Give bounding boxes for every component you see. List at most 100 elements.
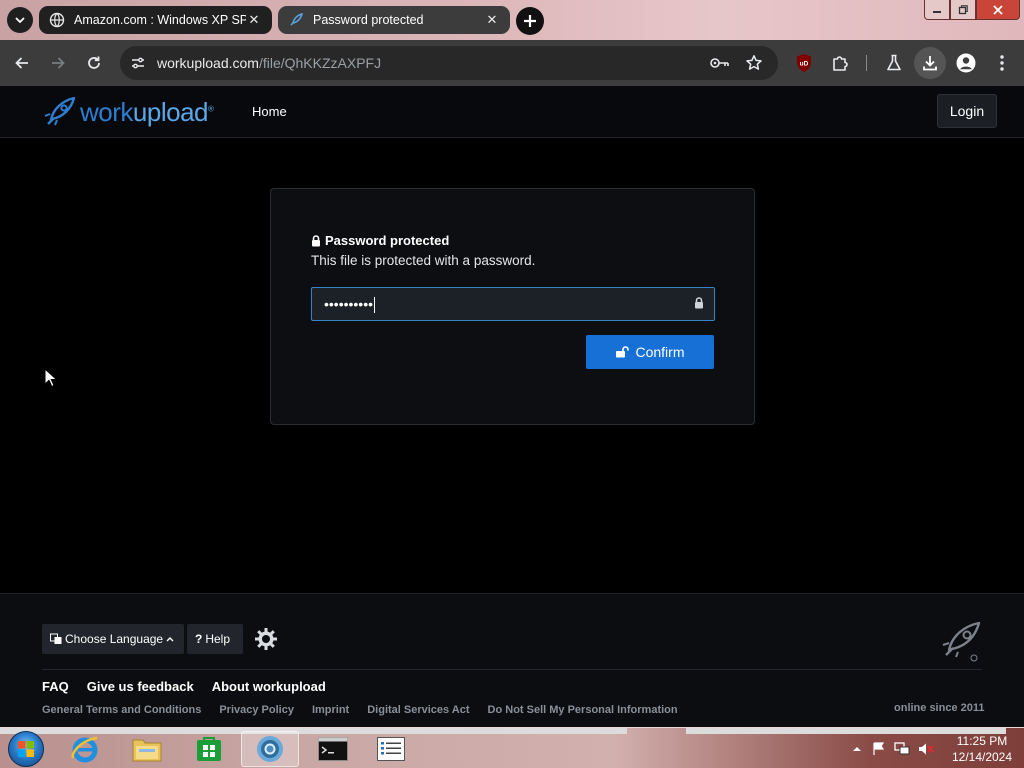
mouse-cursor-icon: [44, 368, 58, 388]
workupload-favicon-icon: [290, 12, 304, 26]
url-text: workupload.com/file/QhKKZzAXPFJ: [157, 55, 381, 71]
menu-button[interactable]: [988, 49, 1016, 77]
tab-title: Amazon.com : Windows XP SP3: [74, 13, 246, 27]
choose-language-label: Choose Language: [65, 632, 164, 646]
folder-icon: [132, 739, 162, 762]
system-tray: [852, 728, 934, 768]
lock-icon: [695, 297, 703, 309]
password-key-icon[interactable]: [710, 53, 730, 73]
help-button[interactable]: ? Help: [187, 624, 243, 654]
taskbar-file-explorer[interactable]: [118, 731, 176, 767]
back-button[interactable]: [8, 49, 36, 77]
close-tab-icon[interactable]: ✕: [484, 12, 500, 28]
lock-icon: [312, 234, 320, 246]
privacy-link[interactable]: Privacy Policy: [219, 704, 294, 716]
minimize-button[interactable]: [924, 0, 950, 20]
chevron-down-icon: [15, 17, 25, 24]
network-icon[interactable]: [894, 741, 910, 756]
window-controls: [924, 0, 1020, 20]
confirm-label: Confirm: [635, 344, 685, 360]
chrome-icon: [257, 736, 283, 762]
extensions-button[interactable]: [826, 49, 854, 77]
internet-explorer-icon: [71, 736, 98, 763]
nav-home-link[interactable]: Home: [252, 104, 287, 119]
online-since-text: online since 2011: [894, 702, 985, 714]
choose-language-button[interactable]: Choose Language: [42, 624, 184, 654]
language-icon: [50, 633, 62, 644]
arrow-right-icon: [52, 57, 65, 69]
taskbar-clock[interactable]: 11:25 PM 12/14/2024: [950, 733, 1014, 765]
login-button[interactable]: Login: [937, 94, 997, 128]
clock-time: 11:25 PM: [956, 734, 1008, 748]
tab-strip: Amazon.com : Windows XP SP3 ✕ Password p…: [0, 0, 1024, 40]
reload-button[interactable]: [80, 49, 108, 77]
rocket-logo-icon: [44, 96, 76, 126]
rocket-footer-icon: [942, 621, 981, 662]
footer-links: FAQ Give us feedback About workupload: [42, 679, 344, 694]
screen: Amazon.com : Windows XP SP3 ✕ Password p…: [0, 0, 1024, 768]
password-value: ••••••••••: [324, 296, 374, 312]
site-header: workupload® Home Login: [0, 86, 1024, 138]
faq-link[interactable]: FAQ: [42, 679, 69, 694]
volume-muted-icon[interactable]: [918, 742, 934, 756]
tab-amazon[interactable]: Amazon.com : Windows XP SP3 ✕: [39, 6, 272, 34]
footer-legal-links: General Terms and Conditions Privacy Pol…: [42, 704, 696, 716]
logo-text-upload: upload: [132, 96, 209, 127]
card-title: Password protected: [311, 233, 449, 248]
labs-button[interactable]: [880, 49, 908, 77]
tab-password-protected[interactable]: Password protected ✕: [278, 6, 510, 34]
forward-button[interactable]: [44, 49, 72, 77]
web-page: workupload® Home Login Password protecte…: [0, 86, 1024, 727]
windows-taskbar: 11:25 PM 12/14/2024: [0, 727, 1024, 768]
url-host: workupload.com: [157, 55, 259, 71]
toolbar-separator: [866, 55, 867, 71]
plus-icon: [524, 15, 536, 27]
close-window-button[interactable]: [976, 0, 1020, 20]
new-tab-button[interactable]: [516, 7, 544, 35]
card-title-text: Password protected: [325, 233, 450, 248]
taskbar-store[interactable]: [180, 731, 238, 767]
taskbar-chrome[interactable]: [241, 731, 299, 767]
tab-search-button[interactable]: [7, 7, 33, 33]
avatar-icon: [956, 53, 976, 73]
confirm-button[interactable]: Confirm: [586, 335, 714, 369]
feedback-link[interactable]: Give us feedback: [87, 679, 194, 694]
dsa-link[interactable]: Digital Services Act: [367, 704, 469, 716]
terms-link[interactable]: General Terms and Conditions: [42, 704, 201, 716]
show-hidden-icons-icon[interactable]: [852, 745, 862, 753]
restore-button[interactable]: [950, 0, 976, 20]
start-button[interactable]: [8, 731, 44, 767]
text-caret: [374, 297, 376, 314]
password-input[interactable]: ••••••••••: [311, 287, 715, 321]
close-icon: [993, 4, 1003, 15]
logo-text-work: work: [80, 96, 133, 127]
restore-icon: [958, 4, 968, 14]
site-info-icon[interactable]: [128, 53, 148, 73]
taskbar-notepad[interactable]: [362, 731, 420, 767]
terminal-icon: [318, 737, 348, 761]
taskbar-command-prompt[interactable]: [304, 731, 362, 767]
footer-divider: [42, 669, 982, 670]
card-subtitle: This file is protected with a password.: [311, 253, 536, 268]
clock-date: 12/14/2024: [951, 750, 1013, 764]
globe-icon: [49, 12, 65, 28]
bookmark-star-icon[interactable]: [744, 53, 764, 73]
profile-button[interactable]: [952, 49, 980, 77]
close-tab-icon[interactable]: ✕: [246, 12, 262, 28]
workupload-logo[interactable]: workupload®: [42, 96, 214, 128]
url-path: /file/QhKKZzAXPFJ: [258, 55, 382, 71]
tab-title: Password protected: [313, 13, 424, 27]
do-not-sell-link[interactable]: Do Not Sell My Personal Information: [488, 704, 678, 716]
about-link[interactable]: About workupload: [212, 679, 326, 694]
password-card: Password protected This file is protecte…: [270, 188, 755, 425]
windows-logo-icon: [18, 741, 34, 757]
download-icon[interactable]: [916, 49, 944, 77]
ublock-extension-icon[interactable]: uD: [790, 49, 818, 77]
action-center-flag-icon[interactable]: [872, 741, 886, 756]
address-bar[interactable]: workupload.com/file/QhKKZzAXPFJ: [120, 46, 778, 80]
imprint-link[interactable]: Imprint: [312, 704, 349, 716]
taskbar-internet-explorer[interactable]: [56, 731, 114, 767]
minimize-icon: [933, 10, 941, 13]
browser-toolbar: workupload.com/file/QhKKZzAXPFJ uD: [0, 40, 1024, 86]
theme-toggle-gear-icon[interactable]: [254, 627, 278, 651]
